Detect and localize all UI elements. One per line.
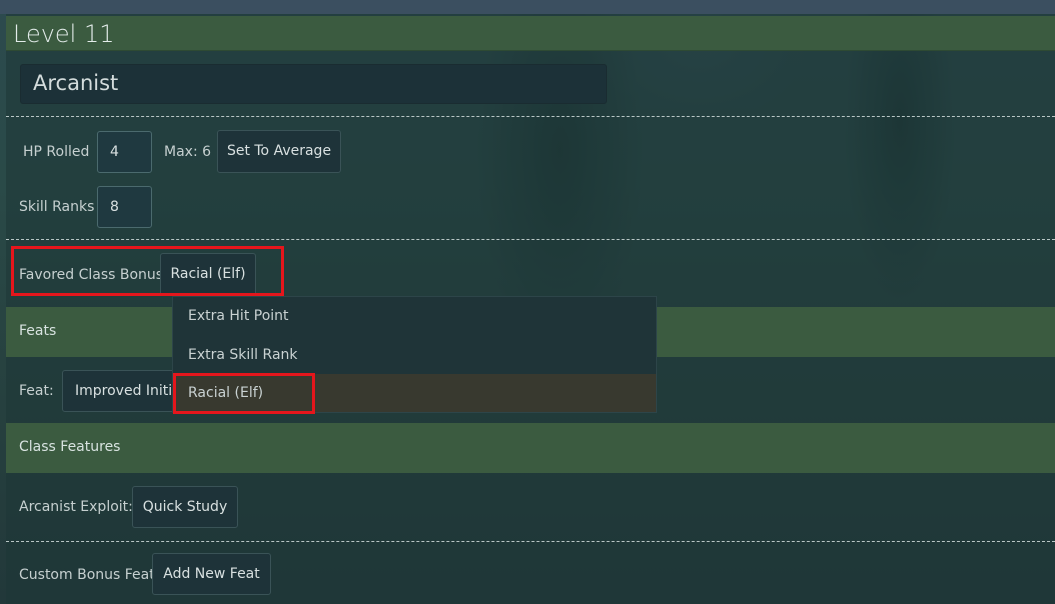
set-to-average-button[interactable]: Set To Average xyxy=(217,130,341,173)
arcanist-exploit-label: Arcanist Exploit: xyxy=(19,499,133,515)
class-name-field[interactable]: Arcanist xyxy=(20,64,607,104)
skill-ranks-label: Skill Ranks xyxy=(19,199,95,215)
divider xyxy=(6,116,1055,117)
highlight-box xyxy=(173,373,315,414)
class-features-section-header: Class Features xyxy=(6,423,1055,473)
dropdown-option-label: Extra Skill Rank xyxy=(188,347,298,363)
add-new-feat-button[interactable]: Add New Feat xyxy=(152,553,271,595)
class-features-section-title: Class Features xyxy=(19,439,121,455)
level-title: Level 11 xyxy=(13,20,115,48)
class-name: Arcanist xyxy=(33,71,119,95)
arcanist-exploit-select[interactable]: Quick Study xyxy=(132,486,238,528)
custom-bonus-feat-label: Custom Bonus Feat xyxy=(19,567,155,583)
dropdown-option-extra-hit-point[interactable]: Extra Hit Point xyxy=(173,297,656,335)
top-bar xyxy=(0,0,1055,14)
divider xyxy=(6,239,1055,240)
hp-rolled-input[interactable]: 4 xyxy=(97,131,152,173)
highlight-box xyxy=(11,246,284,296)
feat-label: Feat: xyxy=(19,383,54,399)
hp-rolled-label: HP Rolled xyxy=(23,144,90,160)
dropdown-option-label: Extra Hit Point xyxy=(188,308,289,324)
divider xyxy=(6,541,1055,542)
level-header: Level 11 xyxy=(6,16,1055,51)
dropdown-option-extra-skill-rank[interactable]: Extra Skill Rank xyxy=(173,336,656,374)
hp-max-label: Max: 6 xyxy=(164,144,212,160)
skill-ranks-input[interactable]: 8 xyxy=(97,186,152,228)
feats-section-title: Feats xyxy=(19,323,57,339)
